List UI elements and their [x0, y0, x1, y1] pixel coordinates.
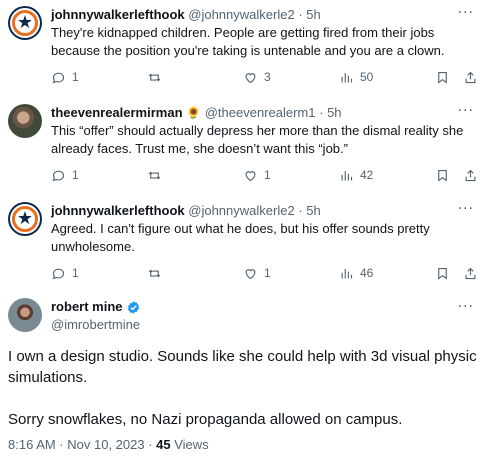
avatar[interactable]	[8, 298, 42, 332]
bookmark-icon	[438, 71, 447, 84]
share-button[interactable]	[463, 264, 478, 282]
reply-icon	[52, 170, 65, 181]
post-paragraph: Sorry snowflakes, no Nazi propaganda all…	[8, 411, 403, 428]
like-button[interactable]: 1	[243, 166, 271, 184]
tweet-text: This “offer” should actually depress her…	[51, 123, 464, 156]
more-options-icon[interactable]: ···	[458, 6, 474, 20]
reply-tweet[interactable]: ★ johnnywalkerlefthook @johnnywalkerle2 …	[0, 6, 488, 88]
views-button[interactable]: 50	[339, 68, 373, 86]
reply-tweet[interactable]: theevenrealermirman 🌻 @theevenrealerm1 ·…	[0, 104, 488, 186]
share-button[interactable]	[463, 166, 478, 184]
heart-icon	[245, 72, 256, 83]
view-count: 50	[360, 70, 374, 84]
retweet-button[interactable]	[147, 264, 162, 282]
astros-logo-icon: ★	[10, 204, 40, 234]
reply-button[interactable]: 1	[51, 68, 79, 86]
analytics-icon	[341, 170, 353, 180]
reply-count: 1	[72, 266, 79, 280]
bookmark-icon	[438, 169, 447, 182]
share-icon	[465, 71, 476, 83]
share-button[interactable]	[463, 68, 478, 86]
reply-tweet[interactable]: ★ johnnywalkerlefthook @johnnywalkerle2 …	[0, 202, 488, 284]
retweet-button[interactable]	[147, 166, 162, 184]
reply-count: 1	[72, 168, 79, 182]
more-options-icon[interactable]: ···	[458, 104, 474, 118]
display-name[interactable]: theevenrealermirman	[51, 105, 183, 120]
retweet-icon	[148, 73, 161, 81]
separator-dot: ·	[298, 7, 303, 22]
main-post-header: robert mine	[51, 298, 141, 316]
views-count: 45	[156, 437, 171, 452]
post-paragraph: I own a design studio. Sounds like she c…	[8, 348, 477, 386]
separator-dot: ·	[298, 203, 303, 218]
avatar[interactable]: ★	[8, 6, 42, 40]
retweet-icon	[148, 269, 161, 277]
like-count: 3	[264, 70, 271, 84]
bookmark-button[interactable]	[435, 264, 450, 282]
tweet-header: johnnywalkerlefthook @johnnywalkerle2 · …	[51, 202, 321, 220]
profile-photo-icon	[8, 104, 42, 138]
tweet-actions: 1 1 42	[51, 166, 481, 184]
display-name[interactable]: robert mine	[51, 298, 123, 316]
like-count: 1	[264, 266, 271, 280]
views-button[interactable]: 46	[339, 264, 373, 282]
more-options-icon[interactable]: ···	[458, 300, 474, 314]
avatar[interactable]	[8, 104, 42, 138]
reply-button[interactable]: 1	[51, 166, 79, 184]
view-count: 42	[360, 168, 374, 182]
bookmark-icon	[438, 267, 447, 280]
user-handle[interactable]: @johnnywalkerle2	[188, 203, 294, 218]
profile-photo-icon	[8, 298, 42, 332]
user-handle[interactable]: @imrobertmine	[51, 316, 140, 334]
tweet-header: johnnywalkerlefthook @johnnywalkerle2 · …	[51, 6, 321, 24]
reply-icon	[52, 268, 65, 279]
analytics-icon	[341, 72, 353, 82]
bookmark-button[interactable]	[435, 166, 450, 184]
share-icon	[465, 267, 476, 279]
astros-logo-icon: ★	[10, 8, 40, 38]
reply-count: 1	[72, 70, 79, 84]
retweet-icon	[148, 171, 161, 179]
share-icon	[465, 169, 476, 181]
user-handle[interactable]: @theevenrealerm1	[205, 105, 316, 120]
like-button[interactable]: 3	[243, 68, 271, 86]
views-button[interactable]: 42	[339, 166, 373, 184]
like-button[interactable]: 1	[243, 264, 271, 282]
reply-icon	[52, 72, 65, 83]
user-handle[interactable]: @johnnywalkerle2	[188, 7, 294, 22]
sunflower-emoji-icon: 🌻	[186, 106, 202, 120]
separator-dot: ·	[319, 105, 324, 120]
views-label: Views	[170, 437, 209, 452]
display-name[interactable]: johnnywalkerlefthook	[51, 203, 185, 218]
post-timestamp[interactable]: 8:16 AM · Nov 10, 2023 ·	[8, 437, 156, 452]
like-count: 1	[264, 168, 271, 182]
retweet-button[interactable]	[147, 68, 162, 86]
avatar[interactable]: ★	[8, 202, 42, 236]
tweet-text: Agreed. I can't figure out what he does,…	[51, 221, 430, 254]
tweet-text: They're kidnapped children. People are g…	[51, 25, 445, 58]
display-name[interactable]: johnnywalkerlefthook	[51, 7, 185, 22]
post-metadata: 8:16 AM · Nov 10, 2023 · 45 Views	[8, 436, 209, 454]
tweet-header: theevenrealermirman 🌻 @theevenrealerm1 ·…	[51, 104, 342, 122]
more-options-icon[interactable]: ···	[458, 202, 474, 216]
heart-icon	[245, 170, 256, 181]
heart-icon	[245, 268, 256, 279]
bookmark-button[interactable]	[435, 68, 450, 86]
view-count: 46	[360, 266, 374, 280]
analytics-icon	[341, 268, 353, 278]
timestamp[interactable]: 5h	[306, 7, 320, 22]
timestamp[interactable]: 5h	[327, 105, 341, 120]
timestamp[interactable]: 5h	[306, 203, 320, 218]
tweet-actions: 1 1 46	[51, 264, 481, 282]
tweet-actions: 1 3 50	[51, 68, 481, 86]
reply-button[interactable]: 1	[51, 264, 79, 282]
verified-badge-icon	[127, 300, 139, 314]
